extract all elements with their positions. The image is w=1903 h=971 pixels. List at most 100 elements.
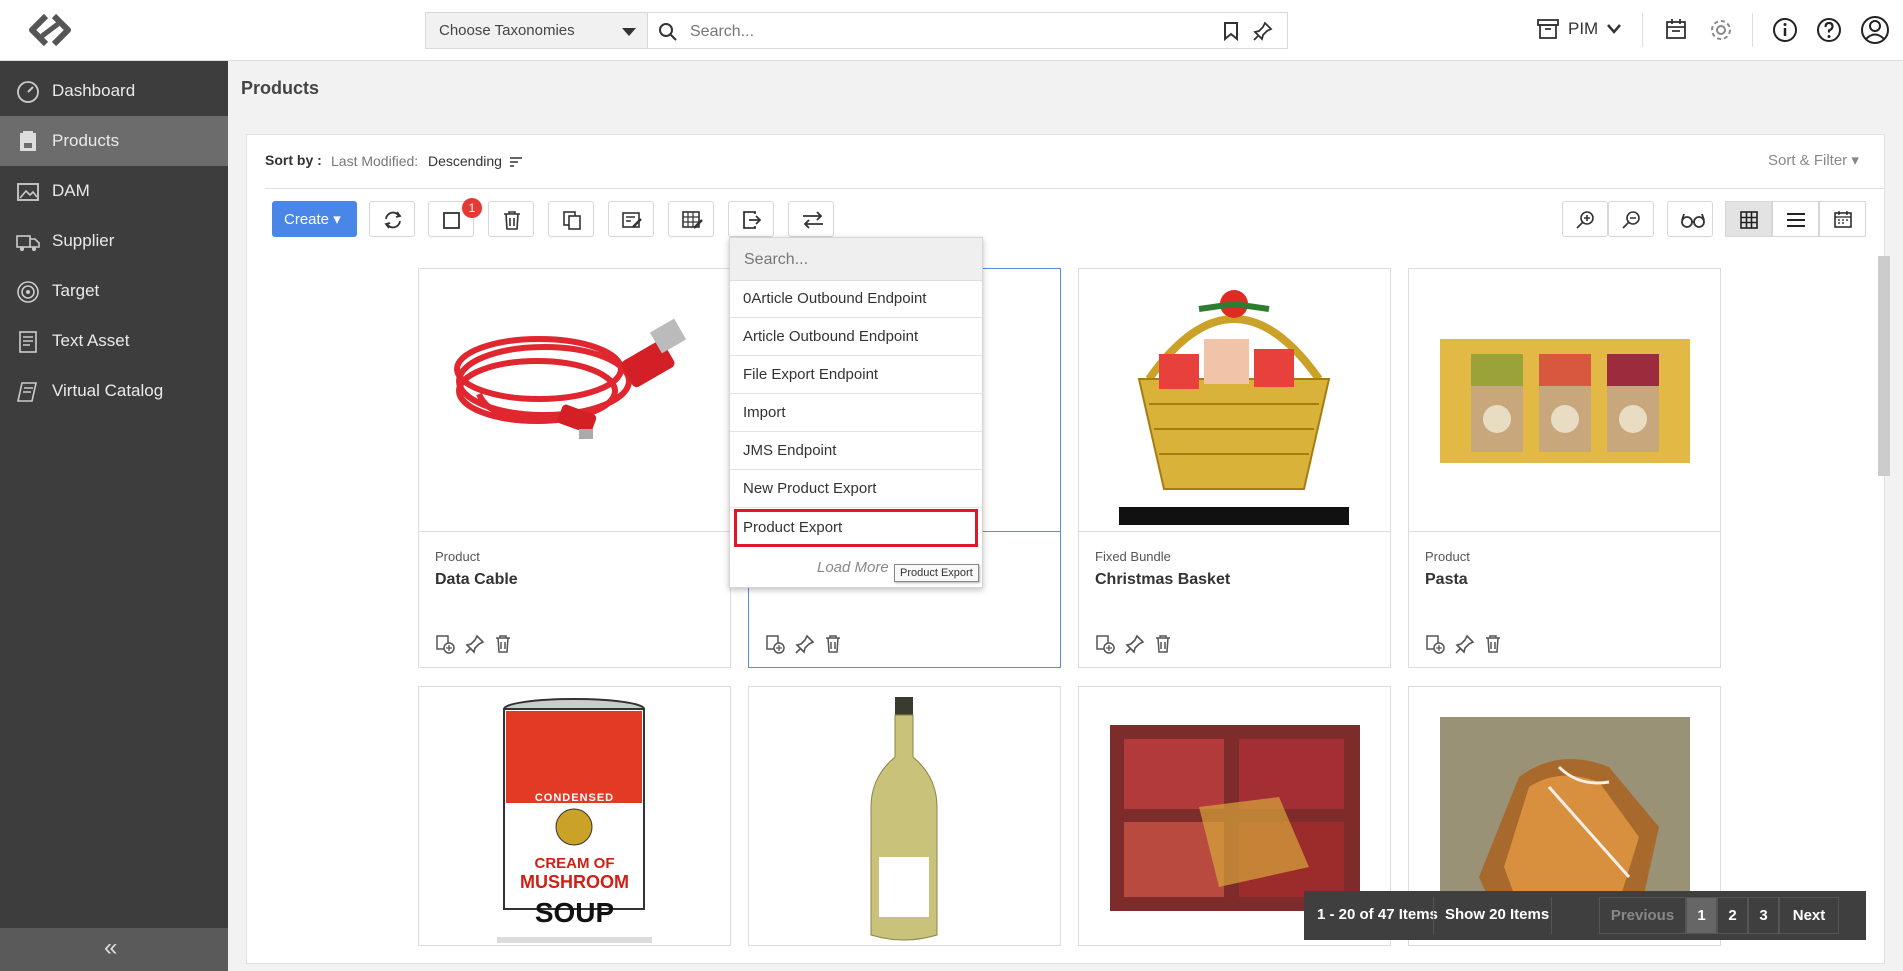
pin-icon[interactable] xyxy=(465,634,485,654)
page-button-current[interactable]: 1 xyxy=(1686,897,1717,934)
pin-icon[interactable] xyxy=(1455,634,1475,654)
product-card[interactable]: Product Data Cable xyxy=(418,268,731,668)
help-icon[interactable] xyxy=(1816,17,1842,43)
preview-button[interactable] xyxy=(1667,201,1713,237)
sidebar-item-virtual-catalog[interactable]: Virtual Catalog xyxy=(0,366,228,416)
calendar-box-icon[interactable] xyxy=(1664,17,1688,41)
sidebar-item-dashboard[interactable]: Dashboard xyxy=(0,66,228,116)
sidebar-item-text-asset[interactable]: Text Asset xyxy=(0,316,228,366)
product-name[interactable]: Christmas Basket xyxy=(1095,571,1230,589)
sidebar-item-products[interactable]: Products xyxy=(0,116,228,166)
sidebar-item-label: DAM xyxy=(52,181,90,200)
global-search[interactable] xyxy=(648,12,1288,49)
double-chevron-left-icon: « xyxy=(104,934,118,961)
trash-icon[interactable] xyxy=(493,634,513,654)
pin-icon[interactable] xyxy=(1253,21,1273,41)
sidebar-item-label: Text Asset xyxy=(52,331,130,350)
product-name[interactable]: Data Cable xyxy=(435,571,518,589)
export-icon xyxy=(743,211,762,229)
transfer-button[interactable] xyxy=(788,201,834,237)
next-button[interactable]: Next xyxy=(1779,897,1839,934)
sidebar-item-dam[interactable]: DAM xyxy=(0,166,228,216)
export-option[interactable]: File Export Endpoint xyxy=(730,356,982,394)
page-button[interactable]: 2 xyxy=(1717,897,1748,934)
target-icon xyxy=(17,281,39,303)
product-type: Fixed Bundle xyxy=(1095,549,1171,564)
taxonomy-select[interactable]: Choose Taxonomies xyxy=(425,12,648,49)
delete-button[interactable] xyxy=(488,201,534,237)
zoom-in-button[interactable] xyxy=(1562,201,1608,237)
edit-list-icon xyxy=(622,212,642,228)
products-icon xyxy=(20,131,36,151)
pagination-bar: 1 - 20 of 47 Items Show 20 Items Previou… xyxy=(1304,891,1866,940)
sort-lines-icon[interactable] xyxy=(509,156,523,168)
top-bar: Choose Taxonomies PIM xyxy=(0,0,1903,61)
sidebar-collapse-button[interactable]: « xyxy=(0,928,228,971)
export-search-input[interactable] xyxy=(742,247,966,273)
product-name[interactable]: Pasta xyxy=(1425,571,1468,589)
page-size-select[interactable]: Show 20 Items xyxy=(1433,897,1552,934)
export-option-highlighted[interactable]: Product Export xyxy=(734,509,978,547)
gear-icon[interactable] xyxy=(1708,17,1734,43)
zoom-out-button[interactable] xyxy=(1608,201,1654,237)
pin-icon[interactable] xyxy=(1125,634,1145,654)
user-avatar-icon[interactable] xyxy=(1860,15,1890,45)
sort-filter-toggle[interactable]: Sort & Filter ▾ xyxy=(1768,151,1859,169)
export-option-label: 0Article Outbound Endpoint xyxy=(743,290,927,307)
previous-button[interactable]: Previous xyxy=(1599,897,1686,934)
info-icon[interactable] xyxy=(1772,17,1798,43)
copy-button[interactable] xyxy=(548,201,594,237)
export-option[interactable]: 0Article Outbound Endpoint xyxy=(730,280,982,318)
calendar-view-button[interactable] xyxy=(1819,201,1866,237)
grid-view-button[interactable] xyxy=(1725,201,1772,237)
archive-icon[interactable] xyxy=(1536,17,1560,41)
export-option[interactable]: New Product Export xyxy=(730,470,982,508)
export-button[interactable] xyxy=(728,201,774,237)
soup-label-line4: SOUP xyxy=(534,897,615,928)
product-card[interactable]: Product Pasta xyxy=(1408,268,1721,668)
sort-by-label: Sort by : xyxy=(265,152,322,168)
export-option-label: Article Outbound Endpoint xyxy=(743,328,919,345)
chevron-down-icon[interactable] xyxy=(1606,22,1622,36)
add-to-collection-icon[interactable] xyxy=(1095,634,1115,654)
app-switcher-label[interactable]: PIM xyxy=(1568,19,1598,39)
search-input[interactable] xyxy=(688,19,1192,45)
divider xyxy=(1752,13,1753,47)
trash-icon[interactable] xyxy=(823,634,843,654)
wine-bottle-image xyxy=(870,697,938,941)
list-view-button[interactable] xyxy=(1772,201,1819,237)
glasses-icon xyxy=(1681,213,1705,228)
create-button[interactable]: Create ▾ xyxy=(272,201,357,237)
refresh-button[interactable] xyxy=(369,201,415,237)
pin-icon[interactable] xyxy=(795,634,815,654)
product-card[interactable]: Fixed Bundle Christmas Basket xyxy=(1078,268,1391,668)
sidebar-item-label: Target xyxy=(52,281,100,300)
sidebar-item-target[interactable]: Target xyxy=(0,266,228,316)
vertical-scrollbar[interactable] xyxy=(1878,256,1890,476)
add-to-collection-icon[interactable] xyxy=(765,634,785,654)
export-option[interactable]: Import xyxy=(730,394,982,432)
export-dropdown-search[interactable] xyxy=(730,238,982,281)
app-logo[interactable] xyxy=(24,12,76,48)
product-type: Product xyxy=(1425,549,1470,564)
export-option[interactable]: Article Outbound Endpoint xyxy=(730,318,982,356)
trash-icon[interactable] xyxy=(1153,634,1173,654)
add-to-collection-icon[interactable] xyxy=(1425,634,1445,654)
sidebar-item-supplier[interactable]: Supplier xyxy=(0,216,228,266)
red-usb-cable-image xyxy=(454,318,687,439)
edit-list-button[interactable] xyxy=(608,201,654,237)
bulk-edit-button[interactable] xyxy=(668,201,714,237)
trash-icon[interactable] xyxy=(1483,634,1503,654)
add-to-collection-icon[interactable] xyxy=(435,634,455,654)
product-card[interactable] xyxy=(748,686,1061,946)
create-button-label: Create ▾ xyxy=(284,211,341,228)
divider xyxy=(265,188,1885,189)
page-button[interactable]: 3 xyxy=(1748,897,1779,934)
bookmark-icon[interactable] xyxy=(1223,21,1239,41)
sort-field[interactable]: Last Modified: xyxy=(331,153,418,169)
load-more-link[interactable]: Load More xyxy=(817,559,889,576)
product-card[interactable]: CONDENSED CREAM OF MUSHROOM SOUP xyxy=(418,686,731,946)
sort-order[interactable]: Descending xyxy=(428,153,502,169)
export-option[interactable]: JMS Endpoint xyxy=(730,432,982,470)
sidebar-item-label: Supplier xyxy=(52,231,115,250)
